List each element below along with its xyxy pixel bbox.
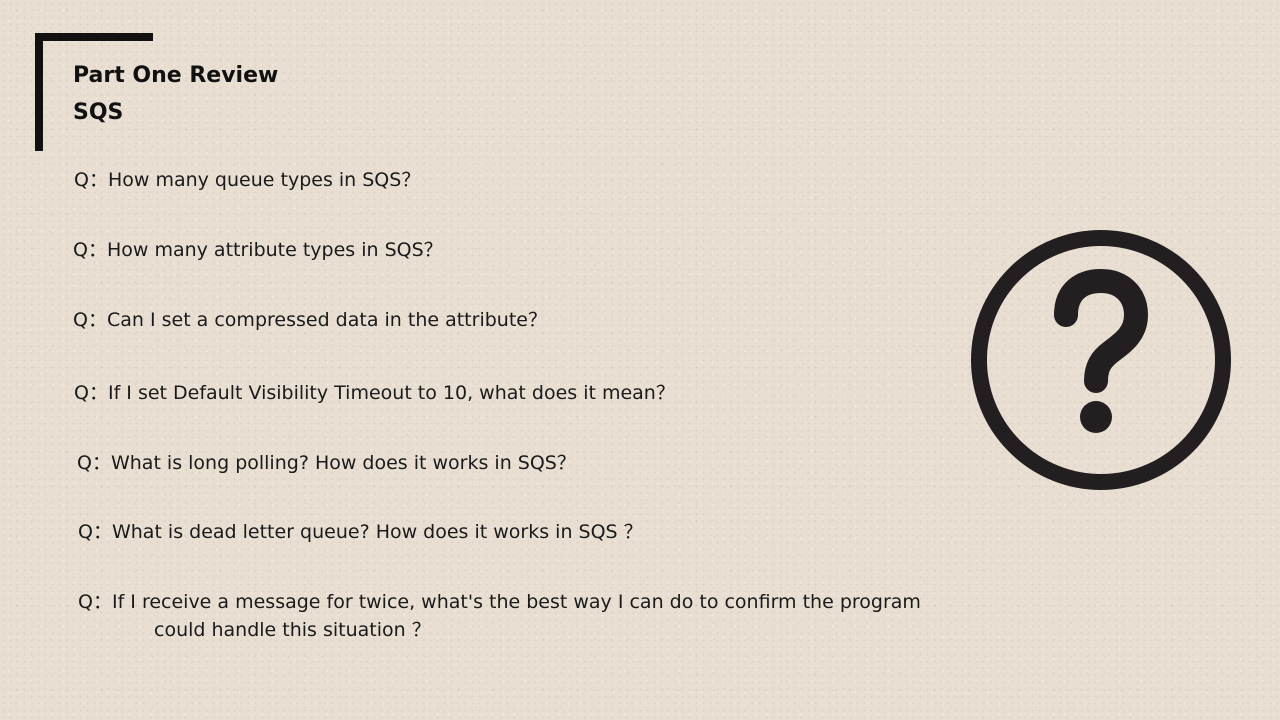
question-text: If I receive a message for twice, what's… bbox=[111, 591, 921, 613]
question-item: Q：How many attribute types in SQS？ bbox=[73, 236, 443, 264]
question-prefix: Q： bbox=[77, 452, 111, 474]
question-prefix: Q： bbox=[73, 309, 107, 331]
question-text: What is dead letter queue? How does it w… bbox=[111, 521, 643, 543]
question-text: How many attribute types in SQS？ bbox=[106, 239, 443, 261]
question-text: Can I set a compressed data in the attri… bbox=[106, 309, 547, 331]
question-item: Q：If I set Default Visibility Timeout to… bbox=[74, 379, 675, 407]
slide: Part One Review SQS Q：How many queue typ… bbox=[0, 0, 1280, 720]
question-item: Q：What is long polling? How does it work… bbox=[77, 449, 576, 477]
question-text: If I set Default Visibility Timeout to 1… bbox=[107, 382, 675, 404]
question-item: Q：How many queue types in SQS？ bbox=[74, 166, 420, 194]
slide-title: Part One Review bbox=[73, 63, 279, 88]
question-item: Q：Can I set a compressed data in the att… bbox=[73, 306, 547, 334]
slide-subtitle: SQS bbox=[73, 100, 124, 125]
question-item: Q： If I receive a message for twice, wha… bbox=[78, 588, 921, 644]
question-prefix: Q： bbox=[74, 382, 108, 404]
question-item: Q： What is dead letter queue? How does i… bbox=[78, 518, 643, 546]
question-prefix: Q： bbox=[73, 239, 107, 261]
question-prefix: Q： bbox=[78, 521, 112, 543]
question-prefix: Q： bbox=[78, 591, 112, 613]
question-mark-circle-icon bbox=[971, 230, 1231, 490]
title-block: Part One Review SQS bbox=[73, 57, 278, 131]
question-prefix: Q： bbox=[74, 169, 108, 191]
question-text: What is long polling? How does it works … bbox=[110, 452, 576, 474]
question-continuation: could handle this situation ？ bbox=[154, 619, 431, 641]
question-text: How many queue types in SQS？ bbox=[107, 169, 421, 191]
